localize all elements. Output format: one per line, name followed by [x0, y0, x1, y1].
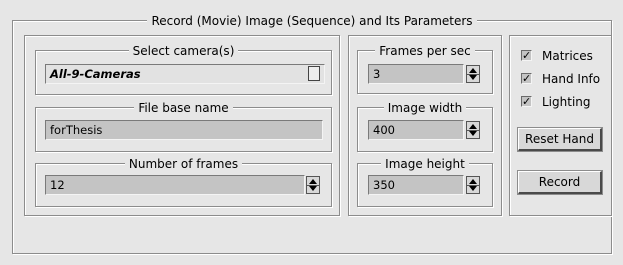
spinner-down-icon[interactable]: [309, 186, 317, 191]
lighting-checkbox[interactable]: ✓: [521, 96, 532, 107]
spinner-down-icon[interactable]: [469, 131, 477, 136]
filename-input[interactable]: forThesis: [45, 120, 323, 140]
spinner-up-icon[interactable]: [469, 124, 477, 129]
fps-spinner[interactable]: [466, 65, 480, 83]
camera-select[interactable]: All-9-Cameras: [45, 64, 325, 84]
hand-info-label: Hand Info: [542, 72, 601, 86]
fps-value: 3: [373, 67, 381, 81]
record-button[interactable]: Record: [517, 170, 603, 195]
filename-section-label: File base name: [134, 101, 233, 115]
fps-section-label: Frames per sec: [375, 44, 475, 58]
num-frames-input[interactable]: 12: [45, 175, 305, 195]
matrices-label: Matrices: [542, 49, 593, 63]
fps-input[interactable]: 3: [368, 64, 464, 84]
camera-section-label: Select camera(s): [128, 44, 239, 58]
filename-input-value: forThesis: [50, 123, 103, 137]
height-value: 350: [373, 178, 395, 192]
spinner-down-icon[interactable]: [469, 75, 477, 80]
height-input[interactable]: 350: [368, 175, 464, 195]
width-input[interactable]: 400: [368, 120, 464, 140]
camera-select-value: All-9-Cameras: [50, 67, 141, 81]
spinner-up-icon[interactable]: [469, 68, 477, 73]
spinner-down-icon[interactable]: [469, 186, 477, 191]
hand-info-checkbox[interactable]: ✓: [521, 73, 532, 84]
width-spinner[interactable]: [466, 121, 480, 139]
num-frames-spinner[interactable]: [306, 176, 320, 194]
spinner-up-icon[interactable]: [309, 179, 317, 184]
width-value: 400: [373, 123, 395, 137]
width-section-label: Image width: [383, 101, 467, 115]
matrices-checkbox[interactable]: ✓: [521, 50, 532, 61]
height-section-label: Image height: [381, 157, 469, 171]
num-frames-value: 12: [50, 178, 65, 192]
height-spinner[interactable]: [466, 176, 480, 194]
spinner-up-icon[interactable]: [469, 179, 477, 184]
dropdown-indicator-icon[interactable]: [308, 66, 320, 81]
num-frames-section-label: Number of frames: [124, 157, 243, 171]
lighting-label: Lighting: [542, 95, 591, 109]
main-panel-title: Record (Movie) Image (Sequence) and Its …: [147, 14, 477, 28]
reset-hand-button[interactable]: Reset Hand: [517, 127, 603, 152]
